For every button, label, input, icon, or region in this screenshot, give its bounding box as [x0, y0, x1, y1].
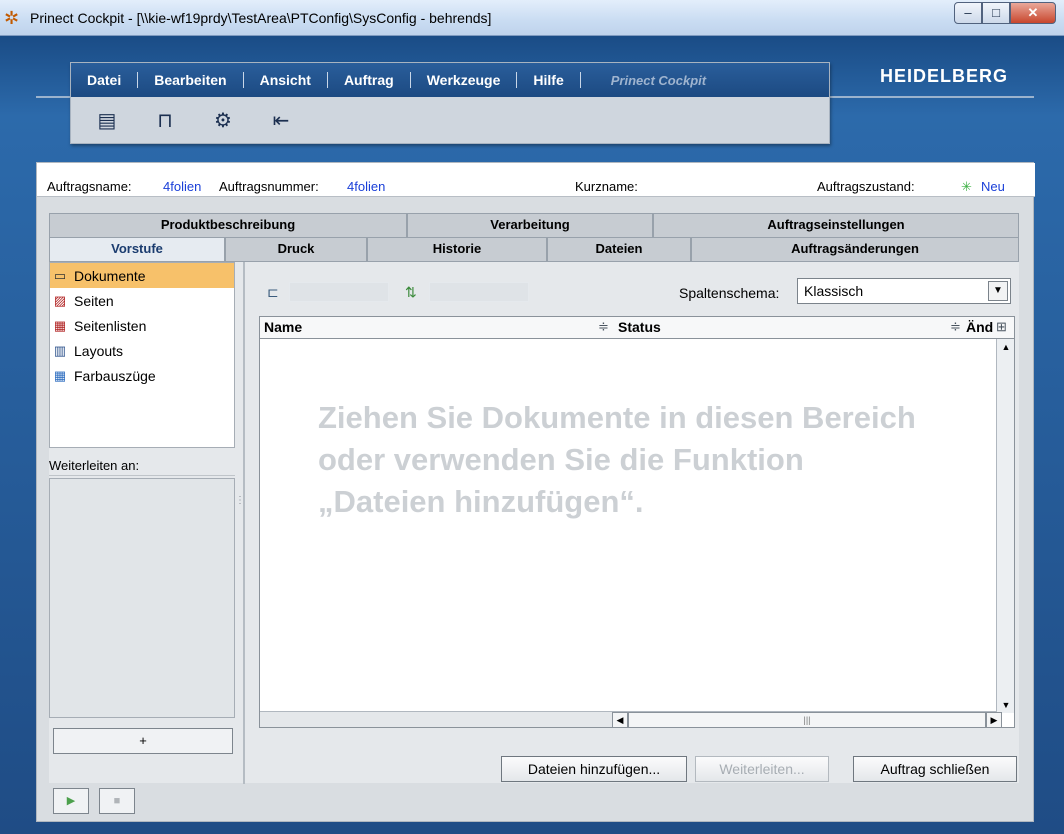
heidelberg-logo: HEIDELBERG [880, 66, 1009, 86]
auftragsnummer-value[interactable]: 4folien [347, 179, 385, 194]
chevron-down-icon[interactable]: ▼ [988, 281, 1008, 301]
app-body: HEIDELBERG Datei Bearbeiten Ansicht Auft… [0, 36, 1064, 834]
scroll-down-icon[interactable]: ▼ [997, 697, 1015, 713]
job-panel: Auftragsname: 4folien Auftragsnummer: 4f… [36, 162, 1035, 822]
horizontal-scrollbar[interactable]: ◀ ||| ▶ [260, 711, 1002, 728]
title-bar[interactable]: ✲ Prinect Cockpit - [\\kie-wf19prdy\Test… [0, 0, 1064, 36]
nav-item-label: Layouts [74, 342, 124, 359]
status-new-icon: ✳ [961, 179, 972, 194]
documents-table[interactable]: Name ≑ Status ≑ Änd ⊞ Ziehen Sie Dokumen… [259, 316, 1015, 728]
tab-vorstufe[interactable]: Vorstufe [49, 237, 225, 261]
menu-strip: Datei Bearbeiten Ansicht Auftrag Werkzeu… [71, 63, 829, 97]
sort-icon[interactable]: ≑ [950, 319, 961, 335]
menu-bearbeiten[interactable]: Bearbeiten [138, 72, 244, 88]
add-files-button[interactable]: Dateien hinzufügen... [501, 756, 687, 782]
process-controls: ▶ ■ [53, 788, 135, 814]
auftragsname-label: Auftragsname: [47, 179, 132, 194]
menu-werkzeuge[interactable]: Werkzeuge [411, 72, 518, 88]
nav-item-seiten[interactable]: ▨ Seiten [50, 288, 234, 313]
tab-content: ▭ Dokumente ▨ Seiten ▦ Seitenlisten ▥ La… [49, 261, 1019, 784]
maximize-button[interactable]: □ [982, 2, 1010, 24]
vertical-splitter[interactable] [243, 262, 245, 784]
tab-druck[interactable]: Druck [225, 237, 367, 261]
job-info-bar: Auftragsname: 4folien Auftragsnummer: 4f… [37, 163, 1035, 197]
column-name[interactable]: Name [264, 319, 302, 335]
layout-icon: ▥ [53, 342, 67, 358]
application-window: ✲ Prinect Cockpit - [\\kie-wf19prdy\Test… [0, 0, 1064, 834]
close-job-button[interactable]: Auftrag schließen [853, 756, 1017, 782]
column-aenderung[interactable]: Änd [966, 319, 993, 335]
splitter-grip[interactable]: ⋮ [235, 496, 245, 530]
menu-bar: Datei Bearbeiten Ansicht Auftrag Werkzeu… [70, 62, 830, 144]
brand-text: Prinect Cockpit [610, 72, 707, 88]
page-list-icon: ▦ [53, 317, 67, 333]
close-button[interactable]: ✕ [1010, 2, 1056, 24]
schema-label: Spaltenschema: [679, 285, 780, 301]
table-header: Name ≑ Status ≑ Änd ⊞ [260, 317, 1014, 339]
zustand-value: Neu [981, 179, 1005, 194]
nav-item-label: Dokumente [74, 267, 146, 284]
tab-row-bottom: Vorstufe Druck Historie Dateien Auftrags… [49, 237, 1019, 261]
document-icon: ▭ [53, 267, 67, 283]
tab-auftragsaenderungen[interactable]: Auftragsänderungen [691, 237, 1019, 261]
filter-sort-icon[interactable]: ⇅ [405, 284, 423, 301]
scroll-thumb[interactable]: ||| [628, 712, 986, 728]
pdf-page-icon: ▨ [53, 292, 67, 308]
nav-item-farbauszuege[interactable]: ▦ Farbauszüge [50, 363, 234, 388]
nav-item-dokumente[interactable]: ▭ Dokumente [50, 263, 234, 288]
auftragsnummer-label: Auftragsnummer: [219, 179, 319, 194]
window-title: Prinect Cockpit - [\\kie-wf19prdy\TestAr… [30, 10, 492, 26]
forward-label: Weiterleiten an: [49, 458, 235, 476]
filter-tree-icon[interactable]: ⊏ [267, 284, 285, 301]
menu-hilfe[interactable]: Hilfe [517, 72, 581, 88]
nav-item-label: Farbauszüge [74, 367, 156, 384]
schema-select[interactable]: Klassisch ▼ [797, 278, 1011, 304]
schema-value: Klassisch [804, 283, 864, 299]
scroll-left-icon[interactable]: ◀ [612, 712, 628, 728]
color-separation-icon: ▦ [53, 367, 67, 383]
computer-settings-icon[interactable]: ⚙ [209, 107, 237, 135]
auftragsname-value[interactable]: 4folien [163, 179, 201, 194]
scroll-up-icon[interactable]: ▲ [997, 339, 1015, 355]
document-nav-list: ▭ Dokumente ▨ Seiten ▦ Seitenlisten ▥ La… [49, 262, 235, 448]
empty-drop-hint: Ziehen Sie Dokumente in diesen Bereich o… [318, 400, 916, 519]
menu-datei[interactable]: Datei [81, 72, 139, 88]
toolbar: ▤ ⊓ ⚙ ⇤ [93, 107, 295, 135]
forward-button[interactable]: Weiterleiten... [695, 756, 829, 782]
nav-item-label: Seitenlisten [74, 317, 147, 334]
tab-dateien[interactable]: Dateien [547, 237, 691, 261]
document-import-icon[interactable]: ⇤ [267, 107, 295, 135]
vertical-scrollbar[interactable]: ▲ ▼ [996, 339, 1014, 713]
job-icon[interactable]: ⊓ [151, 107, 179, 135]
document-abc-icon[interactable]: ▤ [93, 107, 121, 135]
add-forward-button[interactable]: + [53, 728, 233, 754]
window-controls: – □ ✕ [954, 2, 1056, 24]
tab-historie[interactable]: Historie [367, 237, 547, 261]
scroll-right-icon[interactable]: ▶ [986, 712, 1002, 728]
nav-item-label: Seiten [74, 292, 114, 309]
column-status[interactable]: Status [618, 319, 661, 335]
nav-item-layouts[interactable]: ▥ Layouts [50, 338, 234, 363]
tab-produktbeschreibung[interactable]: Produktbeschreibung [49, 213, 407, 237]
prinect-app-icon: ✲ [4, 8, 20, 28]
sort-icon[interactable]: ≑ [598, 319, 609, 335]
tab-verarbeitung[interactable]: Verarbeitung [407, 213, 653, 237]
menu-ansicht[interactable]: Ansicht [244, 72, 328, 88]
play-icon[interactable]: ▶ [53, 788, 89, 814]
column-chooser-icon[interactable]: ⊞ [996, 319, 1007, 335]
tab-auftragseinstellungen[interactable]: Auftragseinstellungen [653, 213, 1019, 237]
filter-name-field[interactable] [289, 282, 389, 302]
minimize-button[interactable]: – [954, 2, 982, 24]
filter-status-field[interactable] [429, 282, 529, 302]
zustand-label: Auftragszustand: [817, 179, 915, 194]
forward-target-list[interactable] [49, 478, 235, 718]
kurzname-label: Kurzname: [575, 179, 638, 194]
stop-icon[interactable]: ■ [99, 788, 135, 814]
nav-item-seitenlisten[interactable]: ▦ Seitenlisten [50, 313, 234, 338]
menu-auftrag[interactable]: Auftrag [328, 72, 411, 88]
tab-row-top: Produktbeschreibung Verarbeitung Auftrag… [49, 213, 1019, 237]
